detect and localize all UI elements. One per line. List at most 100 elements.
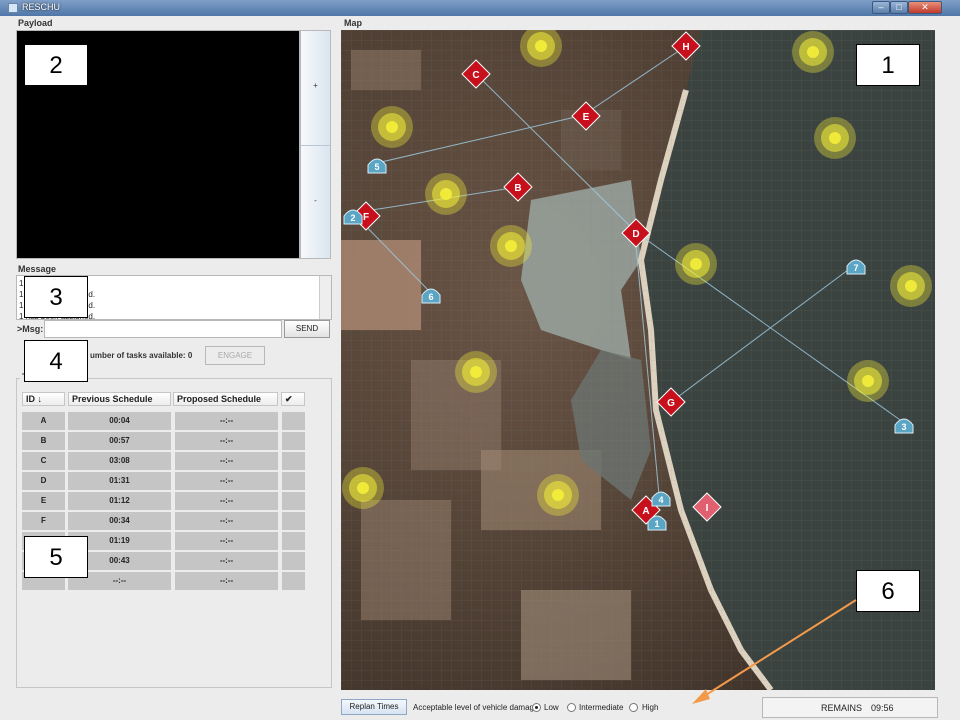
window-titlebar: RESCHU – □ ✕ [0,0,960,16]
cell-previous: 00:04 [68,412,171,430]
uav-label: 2 [350,213,355,223]
hazard-zone [862,375,874,387]
message-prompt: >Msg: [17,324,44,334]
cell-previous: 00:57 [68,432,171,450]
cell-id: E [22,492,65,510]
send-button[interactable]: SEND [284,320,330,338]
replan-times-button[interactable]: Replan Times [341,699,407,715]
target-label: D [632,229,639,240]
close-button[interactable]: ✕ [908,1,942,14]
hazard-zone [505,240,517,252]
hazard-zone [470,366,482,378]
target-label: E [583,112,590,123]
hazard-zone [386,121,398,133]
annotation-box: 6 [856,570,920,612]
annotation-box: 1 [856,44,920,86]
uav-label: 6 [428,292,433,302]
cell-check[interactable] [282,572,305,590]
payload-label: Payload [18,18,53,28]
annotation-box: 4 [24,340,88,382]
cell-check[interactable] [282,432,305,450]
cell-proposed: --:-- [175,492,278,510]
hazard-zone [357,482,369,494]
remains-time: 09:56 [871,703,894,713]
cell-proposed: --:-- [175,512,278,530]
annotation-arrow [692,599,857,704]
cell-proposed: --:-- [175,412,278,430]
cell-previous: 01:12 [68,492,171,510]
cell-previous: 01:31 [68,472,171,490]
target-label: C [472,70,479,81]
uav-label: 1 [654,519,659,529]
cell-check[interactable] [282,412,305,430]
zoom-out-button[interactable]: - [301,196,330,205]
window-title: RESCHU [22,2,61,12]
uav-label: 7 [853,263,858,273]
hazard-zone [535,40,547,52]
hazard-zone [905,280,917,292]
cell-check[interactable] [282,512,305,530]
damage-low-label: Low [544,703,559,712]
zoom-divider [301,145,330,146]
cell-id: F [22,512,65,530]
hazard-zone [807,46,819,58]
cell-id: D [22,472,65,490]
col-check-header[interactable]: ✔ [281,392,305,406]
cell-previous: 03:08 [68,452,171,470]
target-label: G [667,398,675,409]
cell-id: A [22,412,65,430]
cell-check[interactable] [282,532,305,550]
map-view[interactable]: A B C D E F G H I 1 2 3 4 5 6 7 [341,30,935,690]
message-label: Message [18,264,57,274]
engage-button[interactable]: ENGAGE [205,346,265,365]
cell-proposed: --:-- [175,452,278,470]
damage-level-label: Acceptable level of vehicle damage [413,703,539,712]
cell-proposed: --:-- [175,472,278,490]
target-label: A [642,506,649,517]
cell-proposed: --:-- [175,572,278,590]
cell-proposed: --:-- [175,432,278,450]
damage-low-radio[interactable] [532,703,541,712]
cell-proposed: --:-- [175,552,278,570]
target-label: H [682,42,689,53]
col-id-header[interactable]: ID ↓ [22,392,65,406]
arrow-head [692,689,710,704]
map-label: Map [344,18,362,28]
uav-label: 4 [658,495,663,505]
col-previous-header[interactable]: Previous Schedule [68,392,171,406]
message-scrollbar[interactable] [319,276,331,319]
maximize-button[interactable]: □ [890,1,908,14]
col-proposed-header[interactable]: Proposed Schedule [173,392,278,406]
app-icon [8,3,18,13]
cell-check[interactable] [282,552,305,570]
map-canvas: A B C D E F G H I 1 2 3 4 5 6 7 [341,30,935,690]
cell-check[interactable] [282,452,305,470]
cell-previous: 00:34 [68,512,171,530]
hazard-zone [552,489,564,501]
annotation-box: 2 [24,44,88,86]
zoom-in-button[interactable]: + [301,81,330,90]
cell-id: C [22,452,65,470]
annotation-box: 5 [24,536,88,578]
damage-high-radio[interactable] [629,703,638,712]
damage-intermediate-radio[interactable] [567,703,576,712]
target-label: B [514,183,521,194]
arrow-line [697,599,857,701]
target-label: F [363,212,369,223]
cell-check[interactable] [282,492,305,510]
damage-intermediate-label: Intermediate [579,703,624,712]
hazard-zone [690,258,702,270]
uav-label: 5 [374,162,379,172]
cell-check[interactable] [282,472,305,490]
cell-id: B [22,432,65,450]
cell-proposed: --:-- [175,532,278,550]
zoom-control: + - [300,30,331,259]
damage-high-label: High [642,703,659,712]
minimize-button[interactable]: – [872,1,890,14]
annotation-box: 3 [24,276,88,318]
message-input[interactable] [44,320,282,338]
hazard-zone [829,132,841,144]
hazard-zone [440,188,452,200]
uav-label: 3 [901,422,906,432]
tasks-available-text: umber of tasks available: 0 [90,351,193,360]
